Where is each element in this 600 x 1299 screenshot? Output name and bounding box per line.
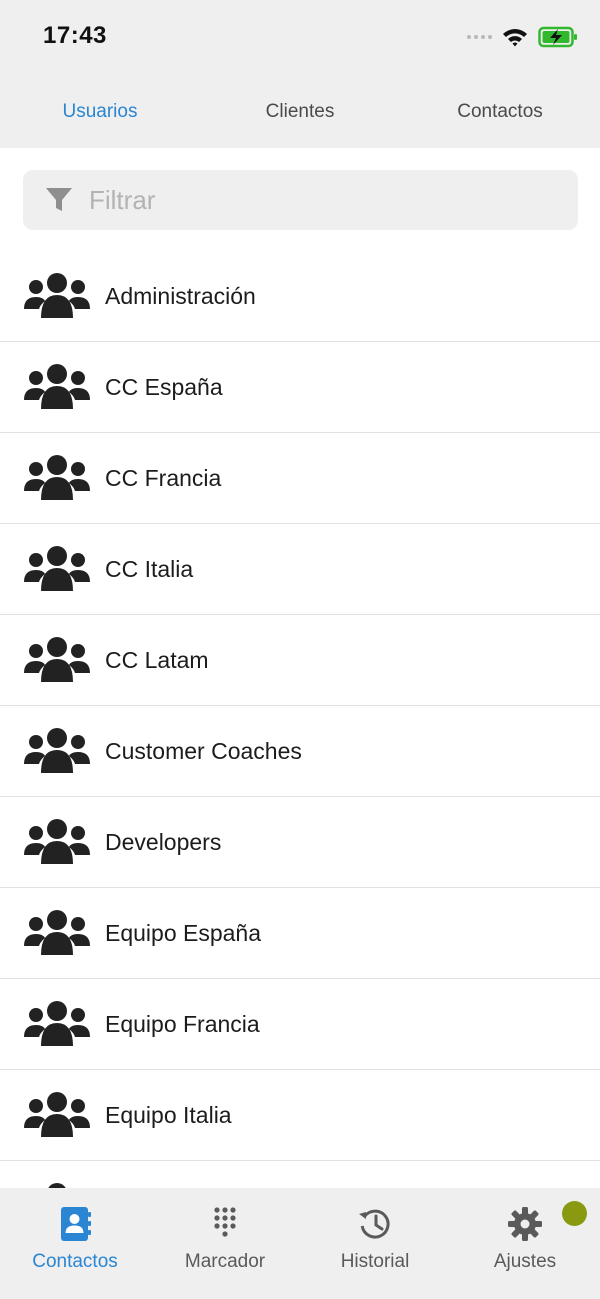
list-item[interactable]: CC Francia [0, 433, 600, 524]
tab-contactos-bottom[interactable]: Contactos [0, 1188, 150, 1299]
tab-usuarios[interactable]: Usuarios [0, 75, 200, 148]
list-item[interactable]: Equipo España [0, 888, 600, 979]
status-icons [467, 24, 578, 50]
filter-icon [46, 188, 72, 211]
tab-label: Ajustes [493, 1251, 557, 1272]
group-list: Administración CC España CC Francia CC I… [0, 251, 600, 1188]
users-group-icon [24, 546, 90, 591]
users-group-icon [24, 273, 90, 318]
users-group-icon [24, 455, 90, 500]
group-label: CC Latam [105, 646, 209, 673]
tab-label: Contactos [32, 1251, 118, 1272]
group-label: CC España [105, 373, 223, 400]
list-item[interactable]: CC Latam [0, 615, 600, 706]
users-group-icon [24, 910, 90, 955]
users-group-icon [24, 1001, 90, 1046]
list-item[interactable]: Administración [0, 251, 600, 342]
gear-icon [508, 1207, 542, 1241]
dialpad-icon [214, 1207, 236, 1237]
list-item[interactable]: CC España [0, 342, 600, 433]
group-label: CC Italia [105, 555, 194, 582]
group-label: Developers [105, 828, 222, 855]
tab-marcador[interactable]: Marcador [150, 1188, 300, 1299]
top-tabs: Usuarios Clientes Contactos [0, 75, 600, 148]
list-item[interactable]: Equipo Italia [0, 1070, 600, 1161]
users-group-icon [24, 819, 90, 864]
tab-bar: Contactos Marcador Historial Ajustes [0, 1188, 600, 1299]
list-item[interactable]: Developers [0, 797, 600, 888]
users-group-icon [24, 1092, 90, 1137]
notification-dot [562, 1201, 587, 1226]
group-label: CC Francia [105, 464, 222, 491]
list-item[interactable]: Equipo Francia [0, 979, 600, 1070]
cellular-signal-icon [467, 35, 492, 39]
group-label: Administración [105, 282, 256, 309]
list-item[interactable]: Customer Coaches [0, 706, 600, 797]
contacts-book-icon [61, 1207, 91, 1241]
wifi-icon [503, 29, 527, 47]
status-time: 17:43 [43, 22, 107, 49]
filter-box[interactable] [23, 170, 578, 230]
status-bar: 17:43 [0, 0, 600, 75]
group-label: Equipo España [105, 919, 262, 946]
list-item[interactable]: CC Italia [0, 524, 600, 615]
history-icon [359, 1209, 390, 1239]
tab-label: Historial [340, 1251, 410, 1272]
group-label: Equipo Francia [105, 1010, 260, 1037]
tab-label: Marcador [184, 1251, 266, 1272]
battery-charging-icon [538, 26, 577, 48]
tab-historial[interactable]: Historial [300, 1188, 450, 1299]
users-group-icon [24, 637, 90, 682]
group-label: Equipo Italia [105, 1101, 232, 1128]
tab-clientes[interactable]: Clientes [200, 75, 400, 148]
tab-contactos[interactable]: Contactos [400, 75, 600, 148]
users-group-icon [24, 728, 90, 773]
users-group-icon [24, 364, 90, 409]
list-item[interactable] [0, 1161, 600, 1188]
filter-input[interactable] [87, 183, 531, 217]
group-label: Customer Coaches [105, 737, 302, 764]
